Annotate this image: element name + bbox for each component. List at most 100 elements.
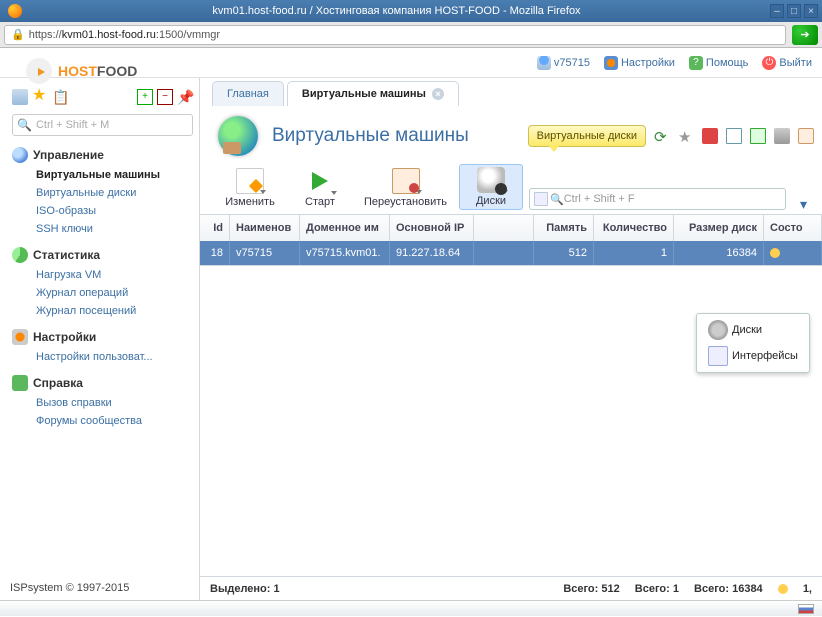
export-icon[interactable] [750,128,766,144]
sidebar-item-visitlog[interactable]: Журнал посещений [10,302,199,320]
top-help[interactable]: ?Помощь [689,56,749,70]
pin-icon[interactable]: 📌 [177,89,193,105]
sidebar-item-vmload[interactable]: Нагрузка VM [10,266,199,284]
search-icon: 🔍 [550,193,564,206]
vm-page-icon [218,116,258,156]
sidebar-item-ssh[interactable]: SSH ключи [10,220,199,238]
col-name[interactable]: Наименов [230,215,300,241]
edit-button[interactable]: Изменить [218,166,282,210]
disks-dropdown: Диски Интерфейсы [696,313,810,373]
col-disk[interactable]: Размер диск [674,215,764,241]
columns-icon[interactable] [798,128,814,144]
window-maximize-button[interactable]: □ [787,4,801,18]
window-close-button[interactable]: × [804,4,818,18]
page-title: Виртуальные машины [272,125,528,147]
url-path: :1500/vmmgr [156,29,220,41]
grid-header: Id Наименов Доменное им Основной IP Памя… [200,215,822,241]
col-mem[interactable]: Память [534,215,594,241]
user-icon [537,56,551,70]
submenu-interfaces[interactable]: Интерфейсы [700,343,806,369]
page-header: Виртуальные машины Виртуальные диски ⟳ ★ [200,106,822,162]
lock-icon: 🔒 [11,28,25,41]
logout-icon: ⏻ [762,56,776,70]
sidebar-item-iso[interactable]: ISO-образы [10,202,199,220]
top-user[interactable]: v75715 [537,56,590,70]
status-selected: Выделено: 1 [210,583,280,595]
close-tab-icon[interactable]: × [432,88,444,100]
expand-icon[interactable]: + [137,89,153,105]
tabs-bar: Главная Виртуальные машины× [200,78,822,106]
table-row[interactable]: 18 v75715 v75715.kvm01. 91.227.18.64 512… [200,241,822,265]
tooltip-virtual-disks: Виртуальные диски [528,125,646,147]
filter-icon[interactable]: ▾ [800,196,814,210]
sidebar: ★ 📋 + − 📌 🔍 Ctrl + Shift + M Управление … [0,78,200,600]
clipboard-icon[interactable]: 📋 [52,89,68,105]
header-actions: Виртуальные диски ⟳ ★ [528,125,814,147]
start-icon [306,168,334,194]
column-picker-icon[interactable] [534,192,548,206]
bottom-bar [0,600,822,616]
sidebar-search[interactable]: 🔍 Ctrl + Shift + M [12,114,193,136]
sidebar-item-callhelp[interactable]: Вызов справки [10,394,199,412]
col-qty[interactable]: Количество [594,215,674,241]
search-icon: 🔍 [17,118,32,132]
disks-button[interactable]: Диски [459,164,523,210]
firefox-icon [8,4,22,18]
status-dot-icon [778,584,788,594]
col-proc[interactable] [474,215,534,241]
stop-icon[interactable] [702,128,718,144]
top-settings[interactable]: Настройки [604,56,675,70]
help-icon: ? [689,56,703,70]
top-logout[interactable]: ⏻Выйти [762,56,812,70]
sidebar-item-oplog[interactable]: Журнал операций [10,284,199,302]
reinstall-icon [392,168,420,194]
submenu-disks[interactable]: Диски [700,317,806,343]
col-ip[interactable]: Основной IP [390,215,474,241]
vm-grid: Id Наименов Доменное им Основной IP Памя… [200,214,822,266]
help-section-icon [12,375,28,391]
refresh-icon[interactable]: ⟳ [654,128,670,144]
sidebar-item-forums[interactable]: Форумы сообщества [10,412,199,430]
nav-head-help[interactable]: Справка [10,372,199,394]
window-title: kvm01.host-food.ru / Хостинговая компани… [26,5,767,17]
menu-tree-icon[interactable] [12,89,28,105]
nav-head-management[interactable]: Управление [10,144,199,166]
action-toolbar: Изменить Старт Переустановить Диски 🔍 Ct… [200,162,822,214]
url-host: kvm01.host-food.ru [62,29,156,41]
main-area: Главная Виртуальные машины× Виртуальные … [200,78,822,600]
go-button[interactable]: ➔ [792,25,818,45]
url-scheme: https:// [29,29,62,41]
grid-search[interactable]: 🔍 Ctrl + Shift + F [529,188,786,210]
col-id[interactable]: Id [200,215,230,241]
tab-vms[interactable]: Виртуальные машины× [287,81,459,106]
nav-head-settings[interactable]: Настройки [10,326,199,348]
submenu-disk-icon [708,320,728,340]
status-bar: Выделено: 1 Всего: 512 Всего: 1 Всего: 1… [200,576,822,600]
window-minimize-button[interactable]: – [770,4,784,18]
tab-home[interactable]: Главная [212,81,284,106]
piechart-icon [12,247,28,263]
collapse-icon[interactable]: − [157,89,173,105]
globe-icon [12,147,28,163]
favorite-icon[interactable]: ★ [678,128,694,144]
language-flag-icon[interactable] [798,604,814,614]
sidebar-item-usersettings[interactable]: Настройки пользоват... [10,348,199,366]
grid-search-placeholder: Ctrl + Shift + F [564,193,635,205]
col-state[interactable]: Состо [764,215,822,241]
col-domain[interactable]: Доменное им [300,215,390,241]
status-dot-icon [770,248,780,258]
start-button[interactable]: Старт [288,166,352,210]
reinstall-button[interactable]: Переустановить [358,166,453,210]
address-bar: 🔒 https:// kvm01.host-food.ru :1500/vmmg… [0,22,822,48]
sidebar-item-disks[interactable]: Виртуальные диски [10,184,199,202]
sidebar-search-placeholder: Ctrl + Shift + M [36,119,109,131]
copy-icon[interactable] [726,128,742,144]
sidebar-toolbar: ★ 📋 + − 📌 [6,84,199,110]
url-field[interactable]: 🔒 https:// kvm01.host-food.ru :1500/vmmg… [4,25,786,45]
submenu-interface-icon [708,346,728,366]
sidebar-item-vms[interactable]: Виртуальные машины [10,166,199,184]
disk-icon [477,167,505,193]
nav-head-stats[interactable]: Статистика [10,244,199,266]
favorites-icon[interactable]: ★ [32,89,48,105]
print-icon[interactable] [774,128,790,144]
